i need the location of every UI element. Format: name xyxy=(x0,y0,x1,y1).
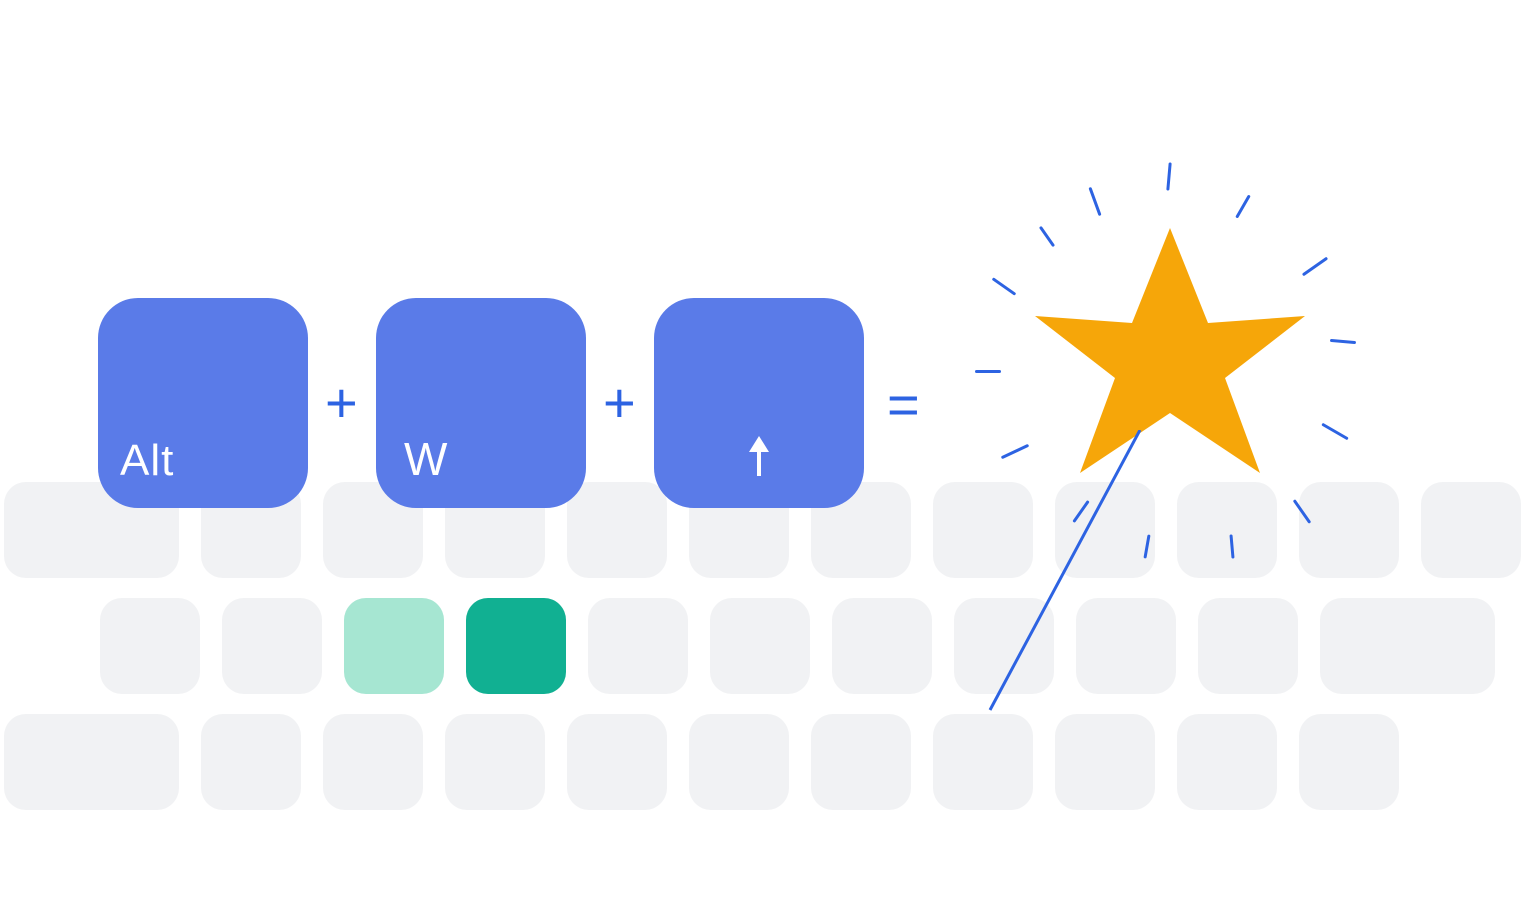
sparkle-icon xyxy=(1088,187,1101,216)
keyboard-key xyxy=(1299,714,1399,810)
sparkle-icon xyxy=(1166,162,1171,190)
keyboard-key xyxy=(222,598,322,694)
keyboard-key xyxy=(1421,482,1521,578)
plus-operator-2: + xyxy=(603,370,636,435)
shortcut-key-up xyxy=(654,298,864,508)
keyboard-key xyxy=(811,714,911,810)
up-arrow-icon xyxy=(747,432,771,480)
keyboard-key xyxy=(1198,598,1298,694)
sparkle-icon xyxy=(992,277,1017,296)
sparkle-icon xyxy=(1235,194,1251,218)
keyboard-key xyxy=(201,714,301,810)
keyboard-key xyxy=(323,714,423,810)
shortcut-key-alt-label: Alt xyxy=(120,436,174,486)
keyboard-key xyxy=(1055,714,1155,810)
keyboard-key xyxy=(100,598,200,694)
sparkle-icon xyxy=(1330,339,1356,344)
keyboard-key xyxy=(710,598,810,694)
keyboard-key xyxy=(344,598,444,694)
keyboard-key xyxy=(689,714,789,810)
shortcut-key-w-label: W xyxy=(404,432,448,486)
keyboard-key xyxy=(1177,714,1277,810)
keyboard-key xyxy=(832,598,932,694)
keyboard-key xyxy=(933,714,1033,810)
keyboard-key xyxy=(567,482,667,578)
equals-operator: = xyxy=(887,372,914,437)
sparkle-icon xyxy=(975,370,1001,373)
keyboard-key xyxy=(567,714,667,810)
keyboard-key xyxy=(588,598,688,694)
plus-operator-1: + xyxy=(325,370,358,435)
keyboard-key xyxy=(4,714,179,810)
shortcut-key-w: W xyxy=(376,298,586,508)
magic-wand-icon xyxy=(980,430,1150,720)
keyboard-key xyxy=(445,714,545,810)
sparkle-icon xyxy=(1321,423,1348,441)
keyboard-key xyxy=(466,598,566,694)
keyboard-key xyxy=(1299,482,1399,578)
shortcut-key-alt: Alt xyxy=(98,298,308,508)
keyboard-key xyxy=(1320,598,1495,694)
